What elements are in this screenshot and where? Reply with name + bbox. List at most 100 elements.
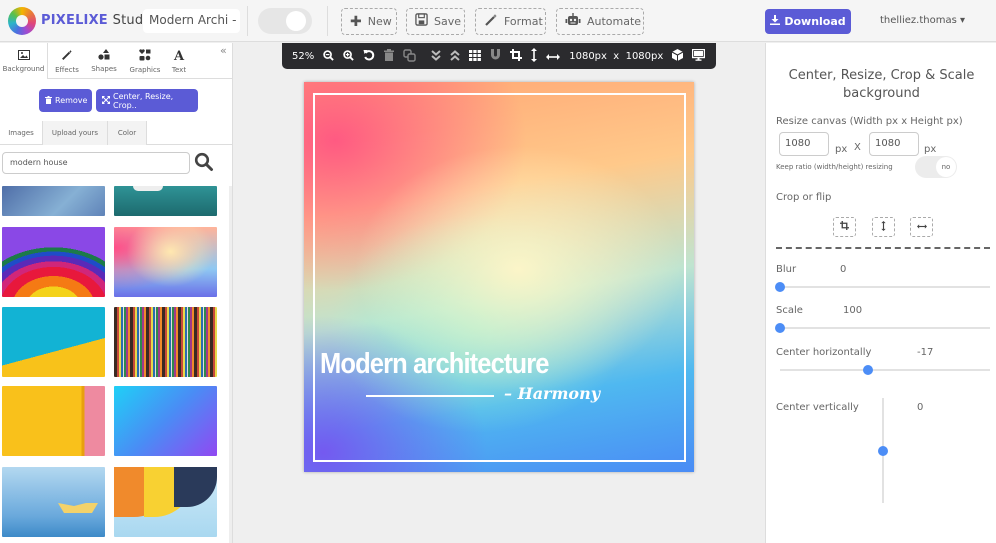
center-resize-crop-button[interactable]: Center, Resize, Crop.. <box>96 89 198 112</box>
plus-icon: ✚ <box>350 13 362 30</box>
zoom-level: 52% <box>292 50 315 62</box>
design-artboard[interactable]: Modern architecture – Harmony <box>304 82 694 472</box>
scale-label: Scale <box>776 305 803 316</box>
center-vertically-slider[interactable] <box>878 398 888 503</box>
scale-value: 100 <box>843 305 863 316</box>
center-vertically-slider-handle[interactable] <box>878 445 888 456</box>
center-vertically-label: Center vertically <box>776 402 859 413</box>
divider <box>48 78 233 79</box>
canvas-width-input[interactable]: 1080 <box>779 132 829 156</box>
format-button[interactable]: Format <box>475 8 546 35</box>
brand-name: PIXELIXE Studio <box>41 13 155 28</box>
grid-icon[interactable] <box>469 49 482 63</box>
flip-vertical-icon[interactable] <box>531 48 538 64</box>
keep-ratio-toggle[interactable]: no <box>915 156 957 178</box>
white-frame[interactable] <box>313 93 686 462</box>
center-horizontally-slider[interactable] <box>780 365 990 375</box>
flip-vertical-icon <box>881 220 886 234</box>
image-thumbnail[interactable] <box>2 307 105 377</box>
image-thumbnail[interactable] <box>2 386 105 456</box>
center-horizontally-slider-handle[interactable] <box>863 365 874 375</box>
canvas-toolbar: 52% 1080px x 1080px <box>282 43 716 69</box>
divider <box>327 6 328 36</box>
image-thumbnail[interactable] <box>114 386 217 456</box>
save-label: Save <box>434 15 462 28</box>
new-button[interactable]: ✚ New <box>341 8 397 35</box>
artboard-line[interactable] <box>366 395 494 397</box>
scrollbar[interactable] <box>229 186 232 543</box>
tab-text[interactable]: A Text <box>167 43 191 79</box>
blur-slider[interactable] <box>775 282 990 292</box>
tab-background[interactable]: Background <box>0 43 48 79</box>
zoom-out-icon[interactable] <box>323 49 334 63</box>
crop-flip-label: Crop or flip <box>776 192 832 203</box>
image-icon <box>17 49 30 63</box>
brand-text: PIXELIXE <box>41 13 108 28</box>
flip-horizontal-icon <box>916 222 927 232</box>
canvas-height-input[interactable]: 1080 <box>869 132 919 156</box>
artboard-title-text[interactable]: Modern architecture <box>320 348 550 381</box>
expand-icon <box>102 95 110 106</box>
undo-icon[interactable] <box>363 49 375 63</box>
text-icon: A <box>173 48 185 64</box>
zoom-in-icon[interactable] <box>343 49 354 63</box>
duplicate-icon[interactable] <box>403 48 416 64</box>
blur-label: Blur <box>776 264 797 275</box>
crop-button[interactable] <box>833 217 856 237</box>
unit-label: px <box>835 144 848 155</box>
remove-background-button[interactable]: Remove <box>39 89 92 112</box>
download-button[interactable]: Download <box>765 9 851 34</box>
magnet-icon[interactable] <box>490 49 501 63</box>
save-button[interactable]: Save <box>406 8 465 35</box>
tab-label: Effects <box>55 65 79 74</box>
center-horizontally-value: -17 <box>917 347 934 358</box>
keep-ratio-label: Keep ratio (width/height) resizing <box>776 163 893 171</box>
bring-forward-icon[interactable] <box>450 49 460 63</box>
image-thumbnail[interactable] <box>114 186 217 216</box>
image-thumbnail[interactable] <box>114 467 217 537</box>
search-icon[interactable] <box>194 152 214 172</box>
send-backward-icon[interactable] <box>431 49 441 63</box>
image-thumbnail[interactable] <box>2 227 105 297</box>
trash-icon <box>45 95 52 106</box>
blur-slider-handle[interactable] <box>775 282 785 292</box>
blur-value: 0 <box>840 264 847 275</box>
format-label: Format <box>504 15 543 28</box>
automate-label: Automate <box>587 15 642 28</box>
scale-slider[interactable] <box>775 323 990 333</box>
user-menu[interactable]: thelliez.thomas ▾ <box>880 15 965 26</box>
artboard-subtitle-text[interactable]: – Harmony <box>504 384 600 403</box>
tab-shapes[interactable]: Shapes <box>88 43 120 79</box>
image-thumbnail[interactable] <box>114 227 217 297</box>
flip-horizontal-icon[interactable] <box>546 50 561 62</box>
magic-wand-icon <box>61 49 73 64</box>
download-label: Download <box>784 15 846 28</box>
collapse-panel-icon[interactable]: « <box>220 44 227 57</box>
magic-wand-icon <box>484 13 498 31</box>
image-thumbnail[interactable] <box>2 186 105 216</box>
floppy-disk-icon <box>415 13 428 30</box>
tab-effects[interactable]: Effects <box>50 43 84 79</box>
remove-label: Remove <box>55 96 88 105</box>
flip-vertical-button[interactable] <box>872 217 895 237</box>
automate-button[interactable]: Automate <box>556 8 644 35</box>
image-thumbnail[interactable] <box>2 467 105 537</box>
flip-horizontal-button[interactable] <box>910 217 933 237</box>
mode-toggle[interactable] <box>258 8 312 34</box>
image-search-input[interactable]: modern house <box>2 152 190 174</box>
top-bar: PIXELIXE Studio Modern Archi - Ir ✚ New … <box>0 0 996 42</box>
tab-label: Text <box>171 65 187 74</box>
document-title-input[interactable]: Modern Archi - Ir <box>143 9 240 33</box>
source-tabs: Images Upload yours Color <box>0 121 233 145</box>
image-thumbnail[interactable] <box>114 307 217 377</box>
tab-color[interactable]: Color <box>107 121 147 145</box>
tab-graphics[interactable]: Graphics <box>125 43 165 79</box>
tab-images[interactable]: Images <box>0 121 42 145</box>
desktop-preview-icon[interactable] <box>692 48 706 63</box>
canvas-dimensions[interactable]: 1080px x 1080px <box>569 51 663 62</box>
trash-icon[interactable] <box>384 49 395 63</box>
tab-upload[interactable]: Upload yours <box>42 121 108 145</box>
3d-cube-icon[interactable] <box>672 49 684 63</box>
scale-slider-handle[interactable] <box>775 323 785 333</box>
crop-icon[interactable] <box>510 49 523 63</box>
